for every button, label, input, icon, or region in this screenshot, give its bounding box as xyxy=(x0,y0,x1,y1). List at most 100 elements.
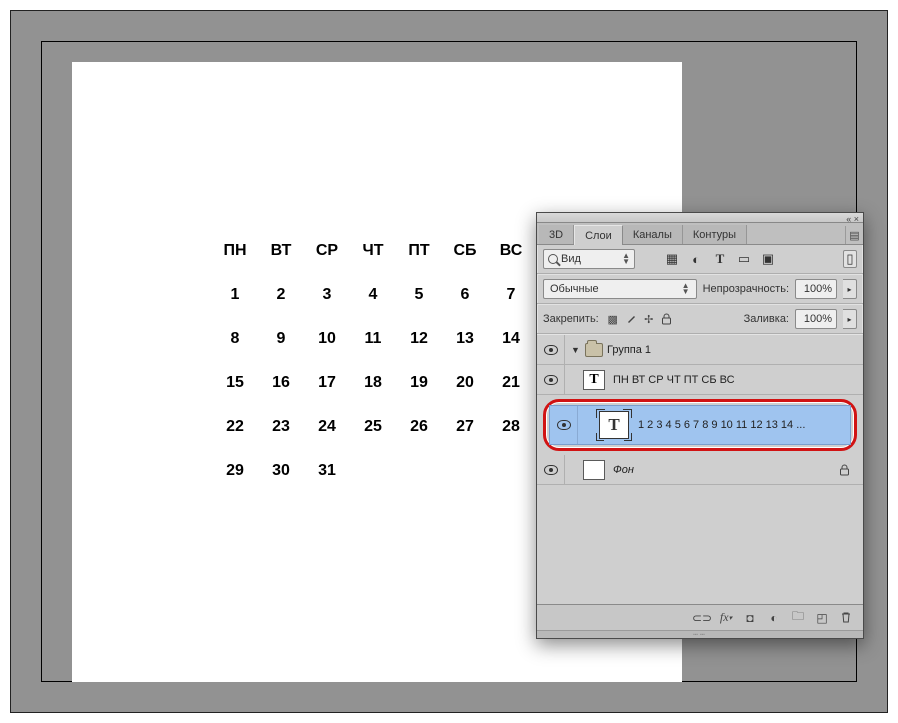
callout-highlight: T 1 2 3 4 5 6 7 8 9 10 11 12 13 14 ... xyxy=(543,399,857,451)
add-mask-icon[interactable]: ◘ xyxy=(741,609,759,627)
layer-name[interactable]: Фон xyxy=(613,464,839,476)
collapse-icon[interactable]: « × xyxy=(846,214,859,224)
calendar-cell: 26 xyxy=(396,418,442,436)
layer-filter-row: Вид ▲▼ ▦ ◐ T ▭ ▣ ▯ xyxy=(537,245,863,274)
panel-tabs: 3D Слои Каналы Контуры ▤ xyxy=(537,223,863,245)
layer-fx-icon[interactable]: fx▾ xyxy=(717,609,735,627)
calendar-cell xyxy=(488,462,534,480)
tab-paths[interactable]: Контуры xyxy=(683,225,747,244)
eye-icon xyxy=(557,420,571,430)
panel-drag-bar[interactable]: « × xyxy=(537,213,863,223)
calendar-cell xyxy=(442,462,488,480)
calendar-cell: 8 xyxy=(212,330,258,348)
calendar: ПН ВТ СР ЧТ ПТ СБ ВС 1 2 3 4 5 6 7 xyxy=(212,242,534,506)
layer-name[interactable]: Группа 1 xyxy=(607,344,863,356)
fill-label: Заливка: xyxy=(744,313,789,325)
calendar-row: 29 30 31 xyxy=(212,462,534,480)
calendar-cell: 22 xyxy=(212,418,258,436)
layer-row-background[interactable]: Фон xyxy=(537,455,863,485)
lock-all-icon[interactable] xyxy=(659,311,675,327)
calendar-cell: 1 xyxy=(212,286,258,304)
calendar-cell xyxy=(396,462,442,480)
layer-list: ▼ Группа 1 T ПН ВТ СР ЧТ ПТ СБ ВС xyxy=(537,334,863,604)
calendar-cell: 5 xyxy=(396,286,442,304)
filter-label: Вид xyxy=(561,253,581,265)
visibility-toggle[interactable] xyxy=(537,365,565,394)
tab-layers[interactable]: Слои xyxy=(574,225,623,245)
delete-layer-icon[interactable] xyxy=(837,609,855,627)
calendar-row: 1 2 3 4 5 6 7 xyxy=(212,286,534,304)
link-layers-icon[interactable]: ⊂⊃ xyxy=(693,609,711,627)
calendar-row: 22 23 24 25 26 27 28 xyxy=(212,418,534,436)
layer-thumbnail xyxy=(583,460,605,480)
calendar-cell: 12 xyxy=(396,330,442,348)
calendar-cell: 11 xyxy=(350,330,396,348)
filter-adjustment-icon[interactable]: ◐ xyxy=(685,250,707,268)
calendar-cell: 10 xyxy=(304,330,350,348)
panel-resize-grip[interactable]: ┄┄ xyxy=(537,630,863,638)
calendar-cell: 15 xyxy=(212,374,258,392)
layer-name[interactable]: 1 2 3 4 5 6 7 8 9 10 11 12 13 14 ... xyxy=(638,419,850,431)
calendar-cell: 13 xyxy=(442,330,488,348)
disclosure-triangle[interactable]: ▼ xyxy=(571,345,583,355)
new-adjustment-icon[interactable]: ◐ xyxy=(765,609,783,627)
filter-kind-buttons: ▦ ◐ T ▭ ▣ xyxy=(661,250,779,268)
calendar-cell: 27 xyxy=(442,418,488,436)
calendar-cell: 19 xyxy=(396,374,442,392)
calendar-cell xyxy=(350,462,396,480)
fill-value[interactable]: 100% xyxy=(795,309,837,329)
weekday-label: СР xyxy=(304,242,350,260)
weekday-label: СБ xyxy=(442,242,488,260)
filter-type-icon[interactable]: T xyxy=(709,250,731,268)
layers-panel[interactable]: « × 3D Слои Каналы Контуры ▤ Вид ▲▼ ▦ ◐ xyxy=(536,212,864,639)
visibility-toggle[interactable] xyxy=(550,406,578,444)
visibility-toggle[interactable] xyxy=(537,335,565,364)
calendar-row: 15 16 17 18 19 20 21 xyxy=(212,374,534,392)
layer-row-selected[interactable]: T 1 2 3 4 5 6 7 8 9 10 11 12 13 14 ... xyxy=(549,405,851,445)
eye-icon xyxy=(544,345,558,355)
calendar-cell: 9 xyxy=(258,330,304,348)
calendar-cell: 14 xyxy=(488,330,534,348)
calendar-cell: 24 xyxy=(304,418,350,436)
calendar-cell: 3 xyxy=(304,286,350,304)
calendar-cell: 16 xyxy=(258,374,304,392)
layer-name[interactable]: ПН ВТ СР ЧТ ПТ СБ ВС xyxy=(613,374,863,386)
visibility-toggle[interactable] xyxy=(537,455,565,484)
tab-channels[interactable]: Каналы xyxy=(623,225,683,244)
opacity-slider-toggle[interactable]: ▸ xyxy=(843,279,857,299)
calendar-cell: 18 xyxy=(350,374,396,392)
lock-pixels-icon[interactable] xyxy=(623,311,639,327)
layer-group-row[interactable]: ▼ Группа 1 xyxy=(537,335,863,365)
calendar-cell: 20 xyxy=(442,374,488,392)
app-frame: ПН ВТ СР ЧТ ПТ СБ ВС 1 2 3 4 5 6 7 xyxy=(10,10,888,713)
tab-3d[interactable]: 3D xyxy=(539,225,574,244)
lock-fill-row: Закрепить: ▩ ✢ Заливка: 100% ▸ xyxy=(537,304,863,334)
filter-smart-icon[interactable]: ▣ xyxy=(757,250,779,268)
calendar-cell: 28 xyxy=(488,418,534,436)
layer-row[interactable]: T ПН ВТ СР ЧТ ПТ СБ ВС xyxy=(537,365,863,395)
new-layer-icon[interactable]: ◰ xyxy=(813,609,831,627)
calendar-cell: 2 xyxy=(258,286,304,304)
chevron-updown-icon: ▲▼ xyxy=(622,253,630,265)
lock-position-icon[interactable]: ✢ xyxy=(641,311,657,327)
lock-transparency-icon[interactable]: ▩ xyxy=(605,311,621,327)
opacity-label: Непрозрачность: xyxy=(703,283,789,295)
canvas-area: ПН ВТ СР ЧТ ПТ СБ ВС 1 2 3 4 5 6 7 xyxy=(41,41,857,682)
new-group-icon[interactable]: 🗀 xyxy=(789,609,807,627)
blend-mode-select[interactable]: Обычные ▲▼ xyxy=(543,279,697,299)
calendar-cell: 25 xyxy=(350,418,396,436)
calendar-cell: 4 xyxy=(350,286,396,304)
calendar-row: 8 9 10 11 12 13 14 xyxy=(212,330,534,348)
weekday-label: ЧТ xyxy=(350,242,396,260)
filter-shape-icon[interactable]: ▭ xyxy=(733,250,755,268)
lock-label: Закрепить: xyxy=(543,313,599,325)
eye-icon xyxy=(544,375,558,385)
layer-filter-select[interactable]: Вид ▲▼ xyxy=(543,249,635,269)
blend-mode-value: Обычные xyxy=(550,283,599,295)
filter-toggle-switch[interactable]: ▯ xyxy=(843,250,857,268)
filter-pixel-icon[interactable]: ▦ xyxy=(661,250,683,268)
fill-slider-toggle[interactable]: ▸ xyxy=(843,309,857,329)
panel-menu-button[interactable]: ▤ xyxy=(845,226,863,244)
opacity-value[interactable]: 100% xyxy=(795,279,837,299)
weekday-label: ВС xyxy=(488,242,534,260)
